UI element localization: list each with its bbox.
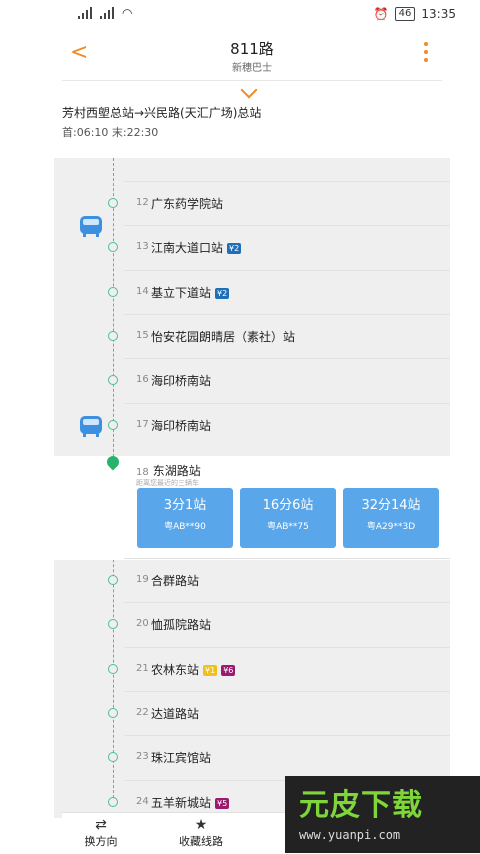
battery-indicator: 46 <box>394 7 416 21</box>
clock: 13:35 <box>421 7 456 21</box>
bus-icon <box>80 216 102 237</box>
stop-dot <box>108 198 118 208</box>
stop-name: 农林东站 ¥1 ¥6 <box>151 661 236 678</box>
stop-name-text: 恤孤院路站 <box>151 618 212 633</box>
stop-number: 21 <box>136 662 149 674</box>
stop-row[interactable]: 20 恤孤院路站 <box>124 602 450 647</box>
stop-row[interactable]: 13 江南大道口站 ¥2 <box>124 225 450 270</box>
switch-direction-button[interactable]: ⇄ 换方向 <box>56 817 146 849</box>
signal-group: ◠ <box>78 6 132 20</box>
stop-name: 海印桥南站 <box>151 417 211 434</box>
stop-name: 海印桥南站 <box>151 372 211 389</box>
watermark: 元皮下载 www.yuanpi.com <box>285 776 480 853</box>
more-menu-icon[interactable] <box>424 42 428 66</box>
expand-chevron-icon[interactable] <box>240 81 258 99</box>
status-bar: ◠ ⏰ 46 13:35 <box>0 0 480 30</box>
stop-name-text: 合群路站 <box>151 574 200 588</box>
current-stop-name[interactable]: 18 东湖路站 <box>136 462 201 479</box>
alarm-icon: ⏰ <box>373 7 389 21</box>
favorite-route-button[interactable]: ★ 收藏线路 <box>156 817 246 849</box>
stop-number: 17 <box>136 418 149 430</box>
stop-row[interactable]: 16 海印桥南站 <box>124 358 450 403</box>
page-subtitle: 新穗巴士 <box>232 63 272 74</box>
bus-plate: 粤AB**90 <box>164 522 206 532</box>
stop-number: 16 <box>136 374 149 386</box>
star-icon: ★ <box>194 817 208 833</box>
stop-name-text: 基立下道站 <box>151 285 212 300</box>
stop-name: 五羊新城站 ¥5 <box>151 794 230 811</box>
fare-badge: ¥1 <box>203 664 218 676</box>
signal-icon <box>100 7 116 19</box>
stop-dot <box>108 796 118 807</box>
stop-name: 珠江宾馆站 <box>151 749 211 766</box>
stop-name: 合群路站 <box>151 572 199 589</box>
stop-number: 24 <box>136 795 149 807</box>
stop-number: 15 <box>136 329 149 341</box>
stop-name: 基立下道站 ¥2 <box>151 284 230 301</box>
stop-row[interactable]: 22 达道路站 <box>124 690 450 736</box>
arrival-card[interactable]: 32分14站粤A29**3D <box>343 488 439 548</box>
stop-row[interactable]: 14 基立下道站 ¥2 <box>124 269 450 315</box>
stop-name-text: 江南大道口站 <box>151 241 224 256</box>
arrival-time: 3分1站 <box>163 498 207 513</box>
bus-icon <box>80 416 102 437</box>
page-title: 811路 <box>230 40 274 58</box>
stop-dot <box>108 575 118 585</box>
arrival-card[interactable]: 16分6站粤AB**75 <box>240 488 336 548</box>
arrival-time: 32分14站 <box>361 498 421 513</box>
stop-number: 14 <box>136 285 149 297</box>
swap-icon: ⇄ <box>95 817 107 833</box>
stop-row[interactable]: 17 海印桥南站 <box>124 402 450 448</box>
stop-name-text: 珠江宾馆站 <box>151 751 212 766</box>
stop-name-text: 农林东站 <box>151 662 200 677</box>
wifi-icon: ◠ <box>122 6 133 20</box>
stop-dot <box>108 419 118 430</box>
stop-row[interactable]: 23 珠江宾馆站 <box>124 735 450 780</box>
stop-name: 江南大道口站 ¥2 <box>151 239 242 256</box>
route-direction: 芳村西塱总站→兴民路(天汇广场)总站 <box>62 106 262 120</box>
stop-name-text: 广东药学院站 <box>151 197 224 211</box>
stop-name-text: 海印桥南站 <box>151 418 212 433</box>
current-stop-hint: 距离您最近的三辆车 <box>136 479 199 487</box>
arrival-time: 16分6站 <box>262 498 314 513</box>
stop-number: 23 <box>136 751 149 763</box>
stop-row[interactable]: 21 农林东站 ¥1 ¥6 <box>124 646 450 692</box>
stop-number: 13 <box>136 241 149 253</box>
stop-dot <box>108 286 118 297</box>
fare-badge: ¥2 <box>215 287 230 299</box>
stop-name-text: 达道路站 <box>151 706 200 721</box>
signal-icon <box>78 7 94 19</box>
stop-row[interactable]: 12 广东药学院站 <box>124 181 450 226</box>
stop-name: 怡安花园朗晴居（素社）站 <box>151 328 295 345</box>
stop-name-text: 怡安花园朗晴居（素社）站 <box>151 329 296 344</box>
stop-name-text: 五羊新城站 <box>151 795 212 810</box>
stop-name: 恤孤院路站 <box>151 616 211 633</box>
stop-dot <box>108 663 118 674</box>
fare-badge: ¥5 <box>215 797 230 809</box>
stop-row[interactable]: 15 怡安花园朗晴居（素社）站 <box>124 313 450 359</box>
stop-dot <box>108 707 118 718</box>
fare-badge: ¥6 <box>221 664 236 676</box>
stop-dot <box>108 330 118 341</box>
stop-name: 广东药学院站 <box>151 195 223 212</box>
stop-number: 22 <box>136 706 149 718</box>
stop-number: 20 <box>136 618 149 630</box>
arrival-card[interactable]: 3分1站粤AB**90 <box>137 488 233 548</box>
stop-name: 达道路站 <box>151 705 199 722</box>
stop-number: 19 <box>136 574 149 585</box>
fare-badge: ¥2 <box>227 243 242 255</box>
bus-plate: 粤A29**3D <box>366 522 416 532</box>
bus-plate: 粤AB**75 <box>267 522 309 532</box>
service-times: 首:06:10 末:22:30 <box>62 126 159 139</box>
stop-name-text: 海印桥南站 <box>151 374 212 389</box>
stop-number: 12 <box>136 197 149 208</box>
stop-row[interactable]: 19 合群路站 <box>124 558 450 603</box>
app-header: < 811路 新穗巴士 <box>62 30 442 81</box>
